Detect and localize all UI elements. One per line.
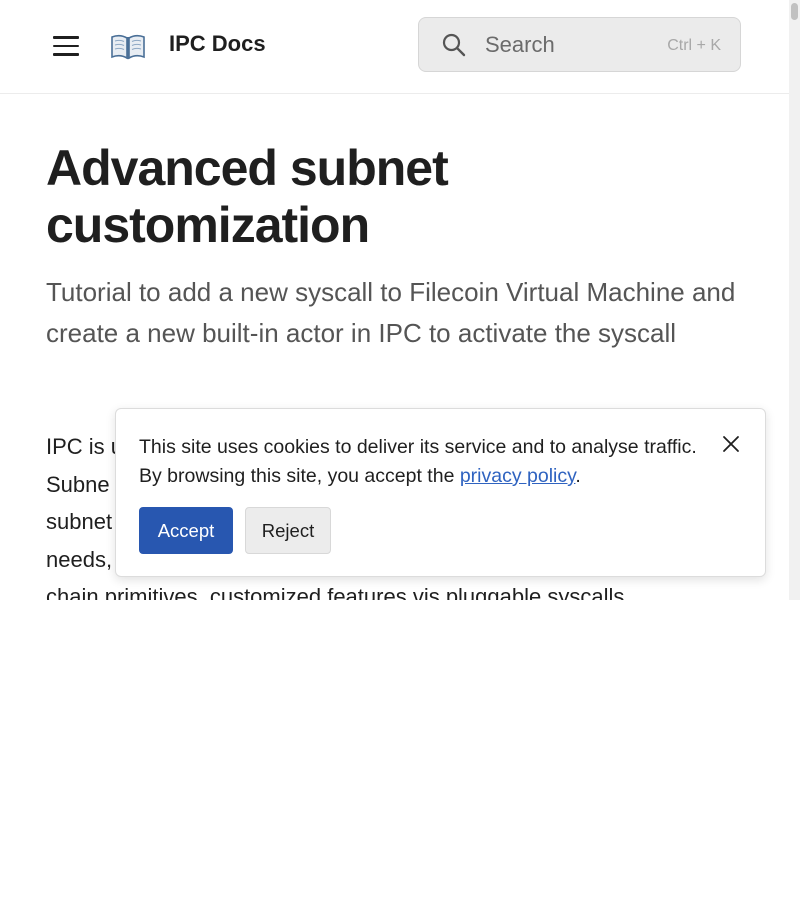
menu-bar (53, 36, 79, 39)
page-viewport: IPC Docs Search Ctrl + K Advanced subnet… (0, 0, 800, 600)
close-icon[interactable] (720, 433, 742, 455)
page-subtitle: Tutorial to add a new syscall to Filecoi… (46, 277, 736, 348)
accept-cookies-button[interactable]: Accept (139, 507, 233, 554)
site-header: IPC Docs Search Ctrl + K (0, 0, 789, 94)
page-title: Advanced subnet customization (46, 140, 449, 253)
body-line: chain primitives, customized features vi… (46, 584, 625, 600)
hamburger-menu-icon[interactable] (53, 36, 79, 56)
search-input[interactable]: Search Ctrl + K (418, 17, 741, 72)
cookie-message-text: This site uses cookies to deliver its se… (139, 436, 697, 487)
search-icon (442, 33, 466, 57)
site-title-link[interactable]: IPC Docs (169, 31, 266, 57)
search-placeholder: Search (485, 32, 555, 57)
cookie-message: This site uses cookies to deliver its se… (139, 433, 714, 491)
open-book-icon (111, 34, 145, 60)
menu-bar (53, 53, 79, 56)
privacy-policy-link[interactable]: privacy policy (460, 465, 576, 487)
scrollbar-thumb[interactable] (791, 3, 798, 20)
menu-bar (53, 44, 79, 47)
cookie-message-end: . (575, 465, 581, 487)
reject-cookies-button[interactable]: Reject (245, 507, 331, 554)
cookie-banner: This site uses cookies to deliver its se… (115, 408, 766, 577)
search-shortcut-hint: Ctrl + K (667, 37, 721, 54)
vertical-scrollbar[interactable] (789, 0, 800, 600)
